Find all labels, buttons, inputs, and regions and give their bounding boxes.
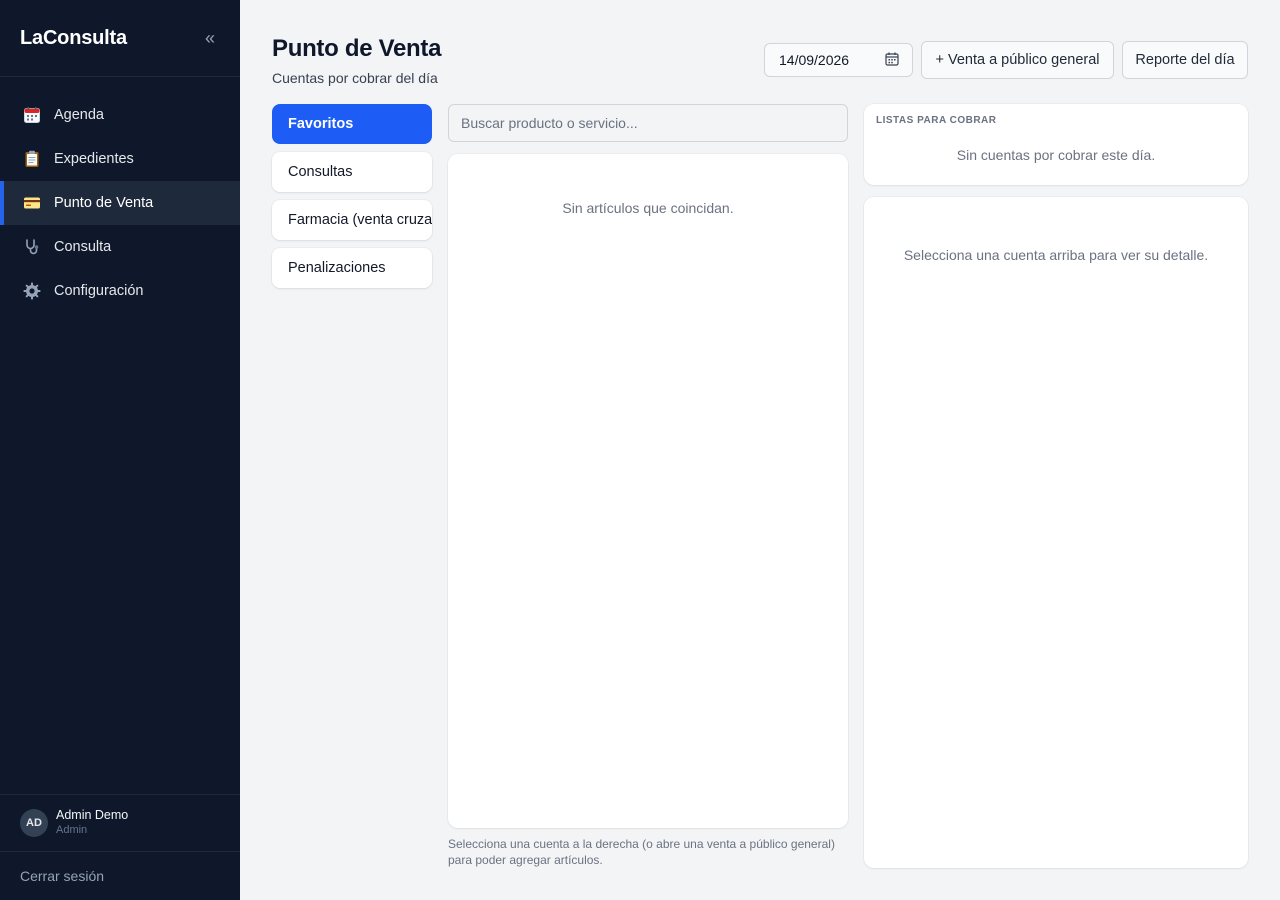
sidebar-item-consulta[interactable]: Consulta	[0, 225, 240, 269]
user-name: Admin Demo	[56, 808, 129, 822]
sidebar: LaConsulta « Agenda Expedientes Punto de…	[0, 0, 240, 900]
collapse-sidebar-icon[interactable]: «	[200, 28, 220, 48]
avatar: AD	[20, 809, 48, 837]
sidebar-item-agenda[interactable]: Agenda	[0, 93, 240, 137]
page-subtitle: Cuentas por cobrar del día	[272, 70, 438, 86]
user-profile: AD Admin Demo Admin	[0, 794, 240, 851]
sidebar-item-label: Agenda	[54, 107, 104, 123]
products-hint: Selecciona una cuenta a la derecha (o ab…	[448, 837, 835, 867]
sidebar-item-label: Expedientes	[54, 151, 134, 167]
accounts-list-title: LISTAS PARA COBRAR	[876, 115, 997, 126]
page-title: Punto de Venta	[272, 35, 442, 62]
clipboard-icon	[22, 149, 42, 169]
category-favoritos[interactable]: Favoritos	[272, 104, 432, 144]
new-public-sale-button[interactable]: + Venta a público general	[921, 41, 1114, 79]
date-picker[interactable]: 14/09/2026	[764, 43, 913, 77]
sidebar-item-expedientes[interactable]: Expedientes	[0, 137, 240, 181]
stethoscope-icon	[22, 237, 42, 257]
daily-report-button[interactable]: Reporte del día	[1122, 41, 1248, 79]
products-empty-message: Sin artículos que coincidan.	[562, 200, 734, 216]
calendar-icon	[22, 105, 42, 125]
sidebar-nav: Agenda Expedientes Punto de Venta Consul…	[0, 77, 240, 313]
category-penalizaciones[interactable]: Penalizaciones	[272, 248, 432, 288]
gear-icon	[22, 281, 42, 301]
calendar-icon[interactable]	[885, 52, 899, 69]
category-consultas[interactable]: Consultas	[272, 152, 432, 192]
accounts-list-panel: LISTAS PARA COBRAR Sin cuentas por cobra…	[864, 104, 1248, 185]
logout-button[interactable]: Cerrar sesión	[0, 851, 240, 900]
user-role: Admin	[56, 824, 88, 836]
sidebar-item-label: Configuración	[54, 283, 144, 299]
sidebar-item-configuracion[interactable]: Configuración	[0, 269, 240, 313]
products-panel: Sin artículos que coincidan.	[448, 154, 848, 828]
credit-card-icon	[22, 193, 42, 213]
brand-bar: LaConsulta «	[0, 0, 240, 77]
category-farmacia[interactable]: Farmacia (venta cruzada)	[272, 200, 432, 240]
date-value: 14/09/2026	[779, 52, 850, 68]
sidebar-item-label: Punto de Venta	[54, 195, 154, 211]
search-input[interactable]	[448, 104, 848, 142]
detail-empty-message: Selecciona una cuenta arriba para ver su…	[903, 247, 1209, 263]
brand-logo[interactable]: LaConsulta	[20, 27, 127, 50]
accounts-empty-message: Sin cuentas por cobrar este día.	[956, 147, 1156, 163]
sidebar-item-label: Consulta	[54, 239, 112, 255]
user-info: Admin Demo Admin	[56, 808, 128, 838]
sidebar-item-punto-de-venta[interactable]: Punto de Venta	[0, 181, 240, 225]
account-detail-panel: Selecciona una cuenta arriba para ver su…	[864, 197, 1248, 868]
